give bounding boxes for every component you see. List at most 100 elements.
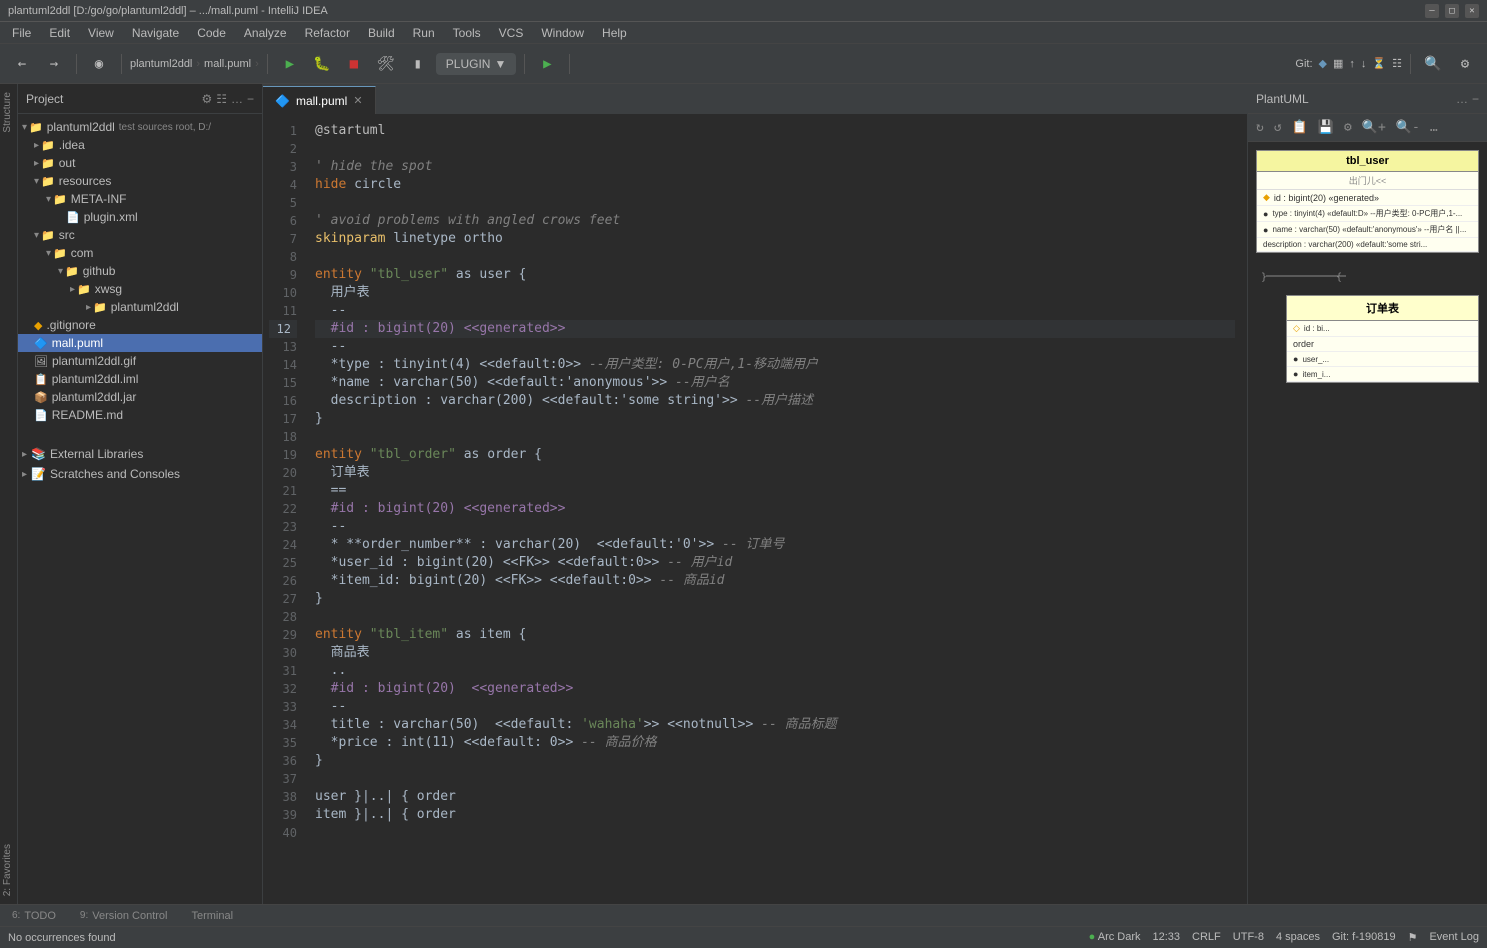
tree-item-com[interactable]: ▾ 📁 com xyxy=(18,244,262,262)
coverage-button[interactable]: ▮ xyxy=(404,50,432,78)
code-line-28 xyxy=(315,608,1235,626)
line-num-12: 12 xyxy=(269,320,297,338)
sidebar-header: Project ⚙ ☷ … − xyxy=(18,84,262,114)
menu-code[interactable]: Code xyxy=(189,24,234,42)
line-num-3: 3 xyxy=(269,158,297,176)
tree-item-gif[interactable]: 🖼 plantuml2ddl.gif xyxy=(18,352,262,370)
tree-item-jar[interactable]: 📦 plantuml2ddl.jar xyxy=(18,388,262,406)
menu-run[interactable]: Run xyxy=(405,24,443,42)
plantuml-header: PlantUML … − xyxy=(1248,84,1487,114)
bottom-tab-todo[interactable]: 6: TODO xyxy=(0,908,68,924)
line-num-5: 5 xyxy=(269,194,297,212)
run-button[interactable]: ▶ xyxy=(276,50,304,78)
token: @startuml xyxy=(315,123,385,138)
tree-item-src[interactable]: ▾ 📁 src xyxy=(18,226,262,244)
menu-window[interactable]: Window xyxy=(533,24,592,42)
status-notification-icon: ⚑ xyxy=(1408,931,1418,944)
tree-item-mall-puml[interactable]: 🔷 mall.puml xyxy=(18,334,262,352)
vert-tab-structure[interactable]: Structure xyxy=(0,84,18,141)
status-indent[interactable]: 4 spaces xyxy=(1276,931,1320,944)
plugin-button[interactable]: PLUGIN ▼ xyxy=(436,53,517,75)
uml-desc-text: description : varchar(200) «default:'som… xyxy=(1263,240,1427,249)
run-config-button[interactable]: ▶ xyxy=(533,50,561,78)
tree-item-root[interactable]: ▾ 📁 plantuml2ddl test sources root, D:/ xyxy=(18,118,262,136)
sidebar-settings-icon[interactable]: ⚙ xyxy=(201,92,212,106)
menu-build[interactable]: Build xyxy=(360,24,403,42)
tree-item-resources[interactable]: ▾ 📁 resources xyxy=(18,172,262,190)
external-libraries-arrow: ▸ xyxy=(22,449,27,460)
minimize-button[interactable]: — xyxy=(1425,4,1439,18)
plantuml-zoom-out-icon[interactable]: 🔍- xyxy=(1392,118,1424,137)
diagram-preview[interactable]: tbl_user 出门儿<< ◆ id : bigint(20) «genera… xyxy=(1248,142,1487,904)
status-line-ending[interactable]: CRLF xyxy=(1192,931,1221,944)
tree-arrow-xwsg: ▸ xyxy=(70,284,75,295)
plantuml-more-icon[interactable]: … xyxy=(1426,118,1442,137)
line-num-23: 23 xyxy=(269,518,297,536)
tree-item-out[interactable]: ▸ 📁 out xyxy=(18,154,262,172)
tree-item-github[interactable]: ▾ 📁 github xyxy=(18,262,262,280)
debug-button[interactable]: 🐛 xyxy=(308,50,336,78)
forward-button[interactable]: → xyxy=(40,50,68,78)
menu-analyze[interactable]: Analyze xyxy=(236,24,295,42)
menu-refactor[interactable]: Refactor xyxy=(297,24,358,42)
menu-navigate[interactable]: Navigate xyxy=(124,24,187,42)
tree-item-readme[interactable]: 📄 README.md xyxy=(18,406,262,424)
line-num-19: 19 xyxy=(269,446,297,464)
uml-table-user-pk: ◆ id : bigint(20) «generated» xyxy=(1257,190,1478,206)
vert-tab-favorites[interactable]: 2: Favorites xyxy=(0,836,18,904)
uml-table-user-name: ● name : varchar(50) «default:'anonymous… xyxy=(1257,222,1478,238)
build-button[interactable]: 🛠 xyxy=(372,50,400,78)
event-log[interactable]: Event Log xyxy=(1429,931,1479,944)
tree-item-iml[interactable]: 📋 plantuml2ddl.iml xyxy=(18,370,262,388)
tree-plugin-xml-label: plugin.xml xyxy=(84,210,138,224)
plantuml-save-icon[interactable]: 💾 xyxy=(1314,118,1338,137)
sidebar-menu-icon[interactable]: … xyxy=(231,92,243,106)
tree-item-plantuml2ddl-pkg[interactable]: ▸ 📁 plantuml2ddl xyxy=(18,298,262,316)
menu-vcs[interactable]: VCS xyxy=(491,24,532,42)
sidebar-layout-icon[interactable]: ☷ xyxy=(216,92,227,106)
bottom-tab-terminal[interactable]: Terminal xyxy=(179,908,245,924)
plantuml-zoom-in-icon[interactable]: 🔍+ xyxy=(1358,118,1390,137)
plantuml-menu-icon[interactable]: … xyxy=(1456,92,1468,106)
tree-item-xwsg[interactable]: ▸ 📁 xwsg xyxy=(18,280,262,298)
code-line-12: #id : bigint(20) <<generated>> xyxy=(315,320,1235,338)
menu-file[interactable]: File xyxy=(4,24,39,42)
search-button[interactable]: 🔍 xyxy=(1419,50,1447,78)
plantuml-reload-icon[interactable]: ↺ xyxy=(1270,118,1286,137)
toolbar-file: mall.puml xyxy=(204,58,251,70)
tab-mall-puml[interactable]: 🔷 mall.puml ✕ xyxy=(263,86,376,114)
back-button[interactable]: ← xyxy=(8,50,36,78)
bottom-tab-version-control[interactable]: 9: Version Control xyxy=(68,908,180,924)
code-line-4: hide circle xyxy=(315,176,1235,194)
scratches-arrow: ▸ xyxy=(22,469,27,480)
plantuml-refresh-icon[interactable]: ↻ xyxy=(1252,118,1268,137)
token: ' hide the spot xyxy=(315,159,432,174)
tree-item-plugin-xml[interactable]: 📄 plugin.xml xyxy=(18,208,262,226)
plantuml-settings-icon[interactable]: ⚙ xyxy=(1340,118,1356,137)
scratches-consoles-item[interactable]: ▸ 📝 Scratches and Consoles xyxy=(18,464,262,484)
tree-item-idea[interactable]: ▸ 📁 .idea xyxy=(18,136,262,154)
menu-help[interactable]: Help xyxy=(594,24,635,42)
sidebar-minimize-icon[interactable]: − xyxy=(247,92,254,106)
menu-view[interactable]: View xyxy=(80,24,122,42)
settings-button[interactable]: ⚙ xyxy=(1451,50,1479,78)
tree-item-meta-inf[interactable]: ▾ 📁 META-INF xyxy=(18,190,262,208)
tab-close-button[interactable]: ✕ xyxy=(353,94,362,107)
status-encoding[interactable]: UTF-8 xyxy=(1233,931,1264,944)
toolbar-separator-2 xyxy=(121,54,122,74)
plantuml-copy-icon[interactable]: 📋 xyxy=(1288,118,1312,137)
line-num-15: 15 xyxy=(269,374,297,392)
stop-button[interactable]: ■ xyxy=(340,50,368,78)
plantuml-minimize-icon[interactable]: − xyxy=(1472,92,1479,106)
tree-item-gitignore[interactable]: ◆ .gitignore xyxy=(18,316,262,334)
menu-edit[interactable]: Edit xyxy=(41,24,78,42)
maximize-button[interactable]: □ xyxy=(1445,4,1459,18)
token: circle xyxy=(346,177,401,192)
line-num-39: 39 xyxy=(269,806,297,824)
close-button[interactable]: ✕ xyxy=(1465,4,1479,18)
token: hide xyxy=(315,177,346,192)
home-button[interactable]: ◉ xyxy=(85,50,113,78)
menu-tools[interactable]: Tools xyxy=(445,24,489,42)
code-content[interactable]: @startuml ' hide the spot hide circle ' … xyxy=(303,114,1247,904)
external-libraries-item[interactable]: ▸ 📚 External Libraries xyxy=(18,444,262,464)
